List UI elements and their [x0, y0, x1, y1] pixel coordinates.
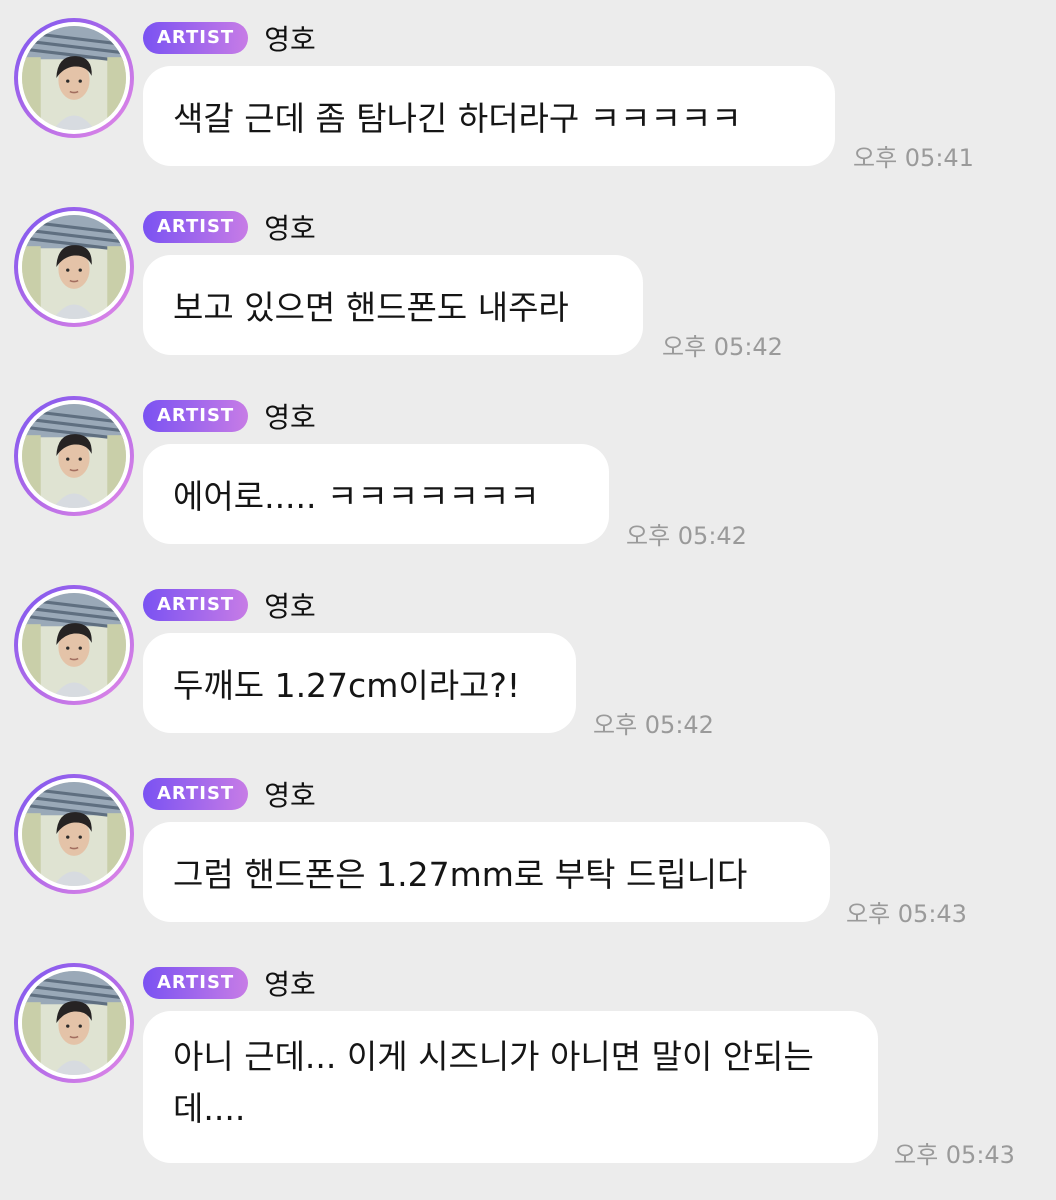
message-bubble[interactable]: 보고 있으면 핸드폰도 내주라 [143, 255, 643, 355]
message-text: 그럼 핸드폰은 1.27mm로 부탁 드립니다 [173, 855, 748, 894]
sender-name[interactable]: 영호 [264, 585, 316, 625]
message-header: ARTIST 영호 [143, 20, 316, 56]
sender-name[interactable]: 영호 [264, 18, 316, 58]
message-text: 아니 근데... 이게 시즈니가 아니면 말이 안되는데.... [173, 1037, 814, 1128]
message-bubble[interactable]: 그럼 핸드폰은 1.27mm로 부탁 드립니다 [143, 822, 830, 922]
avatar-photo-icon [22, 782, 126, 886]
avatar-photo-icon [22, 404, 126, 508]
artist-avatar[interactable] [14, 963, 134, 1083]
message-bubble[interactable]: 아니 근데... 이게 시즈니가 아니면 말이 안되는데.... [143, 1011, 878, 1163]
message-bubble[interactable]: 색갈 근데 좀 탐나긴 하더라구 ㅋㅋㅋㅋㅋ [143, 66, 835, 166]
artist-badge: ARTIST [143, 22, 249, 54]
message-header: ARTIST 영호 [143, 776, 316, 812]
message-text: 보고 있으면 핸드폰도 내주라 [173, 288, 569, 327]
message-text: 색갈 근데 좀 탐나긴 하더라구 ㅋㅋㅋㅋㅋ [173, 99, 742, 138]
artist-badge: ARTIST [143, 211, 249, 243]
message-text: 두깨도 1.27cm이라고?! [173, 666, 521, 705]
message-bubble[interactable]: 에어로..... ㅋㅋㅋㅋㅋㅋㅋ [143, 444, 609, 544]
artist-badge: ARTIST [143, 400, 249, 432]
message-timestamp: 오후 05:43 [846, 900, 967, 928]
message-header: ARTIST 영호 [143, 209, 316, 245]
avatar-photo-icon [22, 971, 126, 1075]
message-timestamp: 오후 05:42 [662, 333, 783, 361]
sender-name[interactable]: 영호 [264, 963, 316, 1003]
avatar-photo-icon [22, 215, 126, 319]
sender-name[interactable]: 영호 [264, 396, 316, 436]
artist-badge: ARTIST [143, 778, 249, 810]
sender-name[interactable]: 영호 [264, 207, 316, 247]
artist-avatar[interactable] [14, 774, 134, 894]
artist-badge: ARTIST [143, 967, 249, 999]
message-timestamp: 오후 05:41 [853, 144, 974, 172]
message-text: 에어로..... ㅋㅋㅋㅋㅋㅋㅋ [173, 477, 540, 516]
chat-thread[interactable]: ARTIST 영호 색갈 근데 좀 탐나긴 하더라구 ㅋㅋㅋㅋㅋ 오후 05:4… [0, 0, 1056, 1200]
avatar-photo-icon [22, 593, 126, 697]
artist-badge: ARTIST [143, 589, 249, 621]
artist-avatar[interactable] [14, 207, 134, 327]
message-header: ARTIST 영호 [143, 965, 316, 1001]
avatar-photo-icon [22, 26, 126, 130]
artist-avatar[interactable] [14, 396, 134, 516]
sender-name[interactable]: 영호 [264, 774, 316, 814]
artist-avatar[interactable] [14, 585, 134, 705]
message-timestamp: 오후 05:42 [593, 711, 714, 739]
artist-avatar[interactable] [14, 18, 134, 138]
message-header: ARTIST 영호 [143, 587, 316, 623]
message-timestamp: 오후 05:42 [626, 522, 747, 550]
message-timestamp: 오후 05:43 [894, 1141, 1015, 1169]
message-bubble[interactable]: 두깨도 1.27cm이라고?! [143, 633, 576, 733]
message-header: ARTIST 영호 [143, 398, 316, 434]
